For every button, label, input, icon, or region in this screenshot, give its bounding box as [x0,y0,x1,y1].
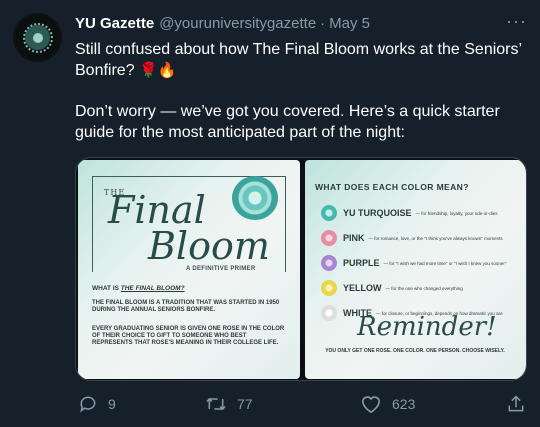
primer-subtitle: A DEFINITIVE PRIMER [186,266,256,272]
rose-fire-emoji: 🌹🔥 [139,62,177,79]
user-handle[interactable]: @youruniversitygazette [159,15,316,32]
color-name: YELLOW [343,283,382,293]
tweet-paragraph-2: Don’t worry — we’ve got you covered. Her… [75,103,500,141]
tweet-actions: 9 77 623 [0,394,540,414]
purple-rose-icon [321,255,337,271]
turquoise-rose-icon [321,205,337,221]
reminder-heading: Reminder! [357,312,497,342]
tweet-header: YU Gazette @youruniversitygazette · May … [75,13,370,33]
media-attachment[interactable]: THE Final Bloom A DEFINITIVE PRIMER WHAT… [75,157,527,381]
tweet: YU Gazette @youruniversitygazette · May … [0,0,540,427]
title-bloom: Bloom [148,224,270,268]
reminder-note: YOU ONLY GET ONE ROSE. ONE COLOR. ONE PE… [325,348,505,354]
color-description: — for the one who changed everything [385,285,463,291]
color-row-purple: PURPLE — for "I wish we had more time" o… [321,255,506,271]
primer-image-left[interactable]: THE Final Bloom A DEFINITIVE PRIMER WHAT… [78,160,300,379]
color-guide-heading: WHAT DOES EACH COLOR MEAN? [315,182,469,192]
question-prefix: WHAT IS [92,285,121,292]
tweet-date[interactable]: May 5 [329,15,370,32]
seal-logo-icon [22,22,53,53]
like-button[interactable]: 623 [360,394,415,414]
turquoise-rose-icon [232,176,278,220]
color-row-turquoise: YU TURQUOISE — for friendship, loyalty, … [321,205,497,221]
question-emphasis: THE FINAL BLOOM? [120,285,185,292]
share-button[interactable] [506,394,536,414]
retweet-button[interactable]: 77 [205,394,253,414]
retweet-count: 77 [237,396,253,412]
color-description: — for friendship, loyalty, your ride-or-… [415,210,498,216]
share-icon [508,395,524,412]
pink-rose-icon [321,230,337,246]
retweet-icon [206,397,226,411]
yellow-rose-icon [321,280,337,296]
reply-count: 9 [108,396,116,412]
color-name: PURPLE [343,258,380,268]
more-options-icon[interactable]: ··· [506,12,527,30]
like-count: 623 [392,396,416,412]
white-rose-icon [321,305,337,321]
color-description: — for romance, love, or the "I think you… [368,235,503,241]
color-description: — for "I wish we had more time" or "I wi… [383,260,507,266]
color-guide-image-right[interactable]: WHAT DOES EACH COLOR MEAN? YU TURQUOISE … [305,160,526,379]
tweet-text: Still confused about how The Final Bloom… [75,39,530,143]
avatar[interactable] [13,13,62,62]
heart-icon [361,396,381,414]
display-name[interactable]: YU Gazette [75,15,154,32]
primer-paragraph-1: THE FINAL BLOOM IS A TRADITION THAT WAS … [92,300,280,313]
reply-icon [80,396,96,413]
primer-paragraph-2: EVERY GRADUATING SENIOR IS GIVEN ONE ROS… [92,326,285,346]
primer-question: WHAT IS THE FINAL BLOOM? [92,285,185,292]
color-row-pink: PINK — for romance, love, or the "I thin… [321,230,503,246]
color-name: YU TURQUOISE [343,208,412,218]
reply-button[interactable]: 9 [78,394,116,414]
color-name: PINK [343,233,365,243]
tweet-paragraph-1: Still confused about how The Final Bloom… [75,39,530,81]
color-row-yellow: YELLOW — for the one who changed everyth… [321,280,463,296]
separator: · [320,14,326,32]
